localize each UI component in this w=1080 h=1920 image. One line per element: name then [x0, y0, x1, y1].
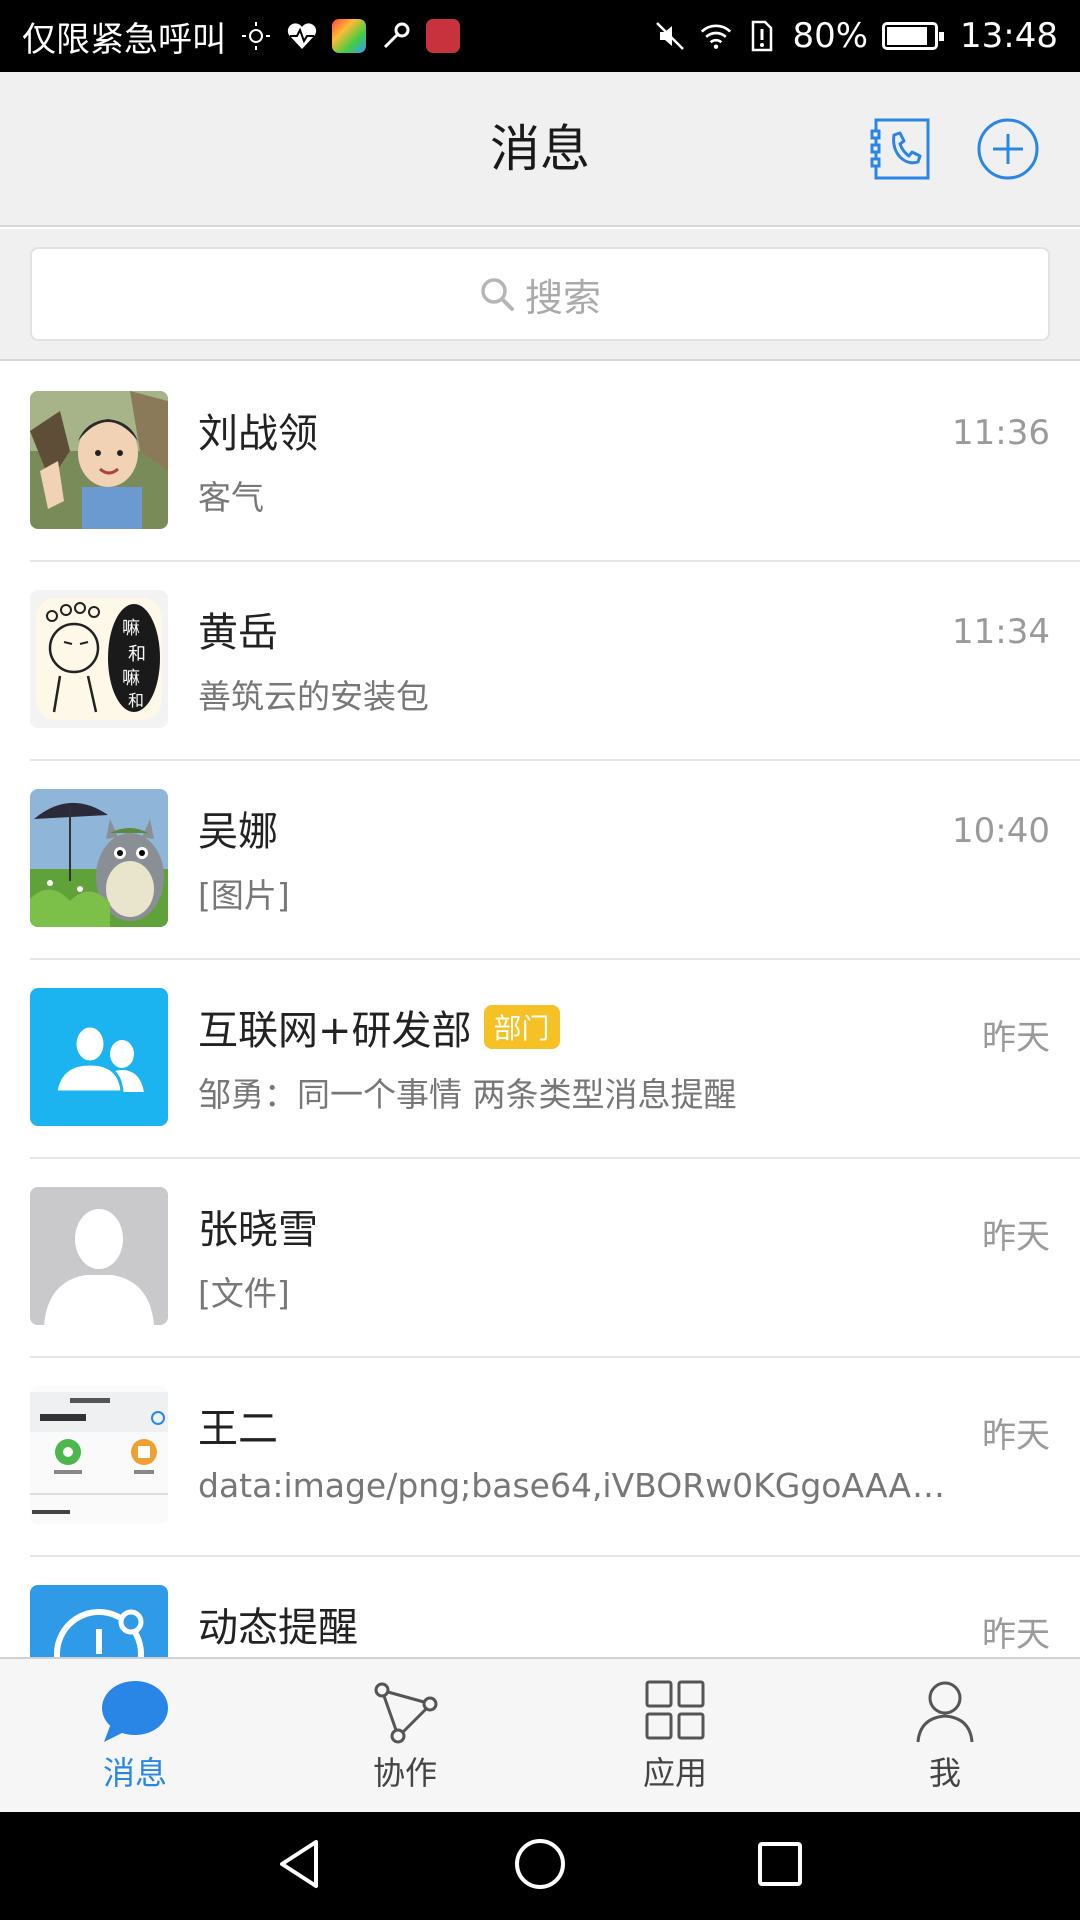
search-icon: [481, 278, 514, 311]
key-icon: [380, 20, 412, 52]
message-preview: 邹勇：同一个事情 两条类型消息提醒: [198, 1075, 737, 1114]
conversation-row[interactable]: 吴娜 [图片] 10:40: [0, 761, 1080, 960]
grid-apps-icon: [645, 1680, 705, 1739]
conversation-row[interactable]: 刘战领 客气 11:36: [0, 363, 1080, 562]
wifi-icon: [700, 20, 732, 52]
message-preview: [文件]: [198, 1274, 290, 1313]
brightness-icon: [240, 20, 272, 52]
conversation-row[interactable]: 动态提醒 昨天: [0, 1557, 1080, 1657]
sim-alert-icon: [746, 20, 778, 52]
svg-text:和: 和: [128, 691, 144, 710]
conversation-row[interactable]: 互联网+研发部 部门 邹勇：同一个事情 两条类型消息提醒 昨天: [0, 960, 1080, 1159]
system-nav-bar: [0, 1812, 1080, 1920]
conversation-row[interactable]: 王二 data:image/png;base64,iVBORw0KGgoAAAA…: [0, 1358, 1080, 1557]
back-button[interactable]: [272, 1836, 328, 1896]
status-bar: 仅限紧急呼叫 80% 13:48: [0, 0, 1080, 72]
message-time: 11:36: [952, 413, 1050, 453]
tab-label: 消息: [102, 1753, 167, 1792]
home-button[interactable]: [512, 1836, 568, 1896]
message-preview: data:image/png;base64,iVBORw0KGgoAAAA...: [198, 1466, 958, 1505]
message-time: 昨天: [982, 1416, 1050, 1456]
clock-icon-avatar: [30, 1585, 168, 1657]
screenshot-avatar: [30, 1386, 168, 1524]
group-people-icon: [54, 1024, 144, 1094]
search-input[interactable]: 搜索: [30, 247, 1050, 341]
plus-circle-icon: [977, 118, 1039, 180]
tab-apps[interactable]: 应用: [540, 1659, 810, 1812]
conversation-list: 刘战领 客气 11:36 嘛 和 嘛 和 黄岳 善筑云的安装包 11:34 吴娜…: [0, 363, 1080, 1657]
app-notification-icon: [332, 19, 366, 53]
search-bar-container: 搜索: [0, 229, 1080, 361]
contact-name: 王二: [198, 1406, 278, 1452]
message-time: 11:34: [952, 612, 1050, 652]
contacts-phone-button[interactable]: [870, 117, 934, 181]
battery-percent: 80%: [792, 16, 869, 56]
tab-label: 我: [928, 1753, 961, 1792]
tab-me[interactable]: 我: [810, 1659, 1080, 1812]
phone-book-icon: [870, 118, 930, 180]
battery-icon: [882, 22, 945, 50]
health-icon: [286, 20, 318, 52]
department-badge: 部门: [483, 1005, 560, 1049]
message-preview: 善筑云的安装包: [198, 677, 429, 716]
contact-name: 张晓雪: [198, 1207, 318, 1253]
message-preview: [图片]: [198, 876, 290, 915]
tab-messages[interactable]: 消息: [0, 1659, 270, 1812]
contact-name: 黄岳: [198, 610, 278, 656]
person-silhouette-icon: [44, 1209, 154, 1325]
group-name: 互联网+研发部: [198, 1008, 472, 1054]
message-time: 昨天: [982, 1217, 1050, 1257]
group-icon-avatar: [30, 988, 168, 1126]
mute-icon: [654, 20, 686, 52]
contact-name: 刘战领: [198, 411, 318, 457]
recents-button[interactable]: [752, 1836, 808, 1896]
chat-bubble-icon: [102, 1680, 168, 1742]
photo-child-avatar: [30, 391, 168, 529]
tab-collaboration[interactable]: 协作: [270, 1659, 540, 1812]
contact-name: 吴娜: [198, 809, 278, 855]
svg-text:嘛: 嘛: [122, 668, 140, 689]
back-triangle-icon: [280, 1840, 318, 1888]
svg-text:嘛: 嘛: [122, 618, 140, 639]
collab-graph-icon: [374, 1682, 438, 1743]
conversation-row[interactable]: 张晓雪 [文件] 昨天: [0, 1159, 1080, 1358]
top-header: 消息: [0, 72, 1080, 227]
svg-text:和: 和: [128, 644, 146, 665]
message-time: 昨天: [982, 1615, 1050, 1655]
totoro-avatar: [30, 789, 168, 927]
recents-square-icon: [758, 1842, 802, 1886]
conversation-row[interactable]: 嘛 和 嘛 和 黄岳 善筑云的安装包 11:34: [0, 562, 1080, 761]
search-placeholder: 搜索: [524, 275, 601, 320]
app-notification-icon: [426, 19, 460, 53]
cartoon-sticker-avatar: 嘛 和 嘛 和: [30, 590, 168, 728]
home-circle-icon: [515, 1839, 565, 1889]
message-time: 昨天: [982, 1018, 1050, 1058]
contact-name: 动态提醒: [198, 1605, 358, 1651]
tab-label: 协作: [372, 1753, 437, 1792]
carrier-text: 仅限紧急呼叫: [22, 19, 226, 60]
message-time: 10:40: [952, 811, 1050, 851]
person-icon: [916, 1681, 974, 1742]
add-button[interactable]: [976, 117, 1040, 181]
clock-icon: [54, 1609, 144, 1657]
clock: 13:48: [960, 16, 1058, 56]
tab-label: 应用: [642, 1753, 707, 1792]
bottom-tab-bar: 消息 协作 应用 我: [0, 1657, 1080, 1812]
message-preview: 客气: [198, 478, 264, 517]
default-person-avatar: [30, 1187, 168, 1325]
